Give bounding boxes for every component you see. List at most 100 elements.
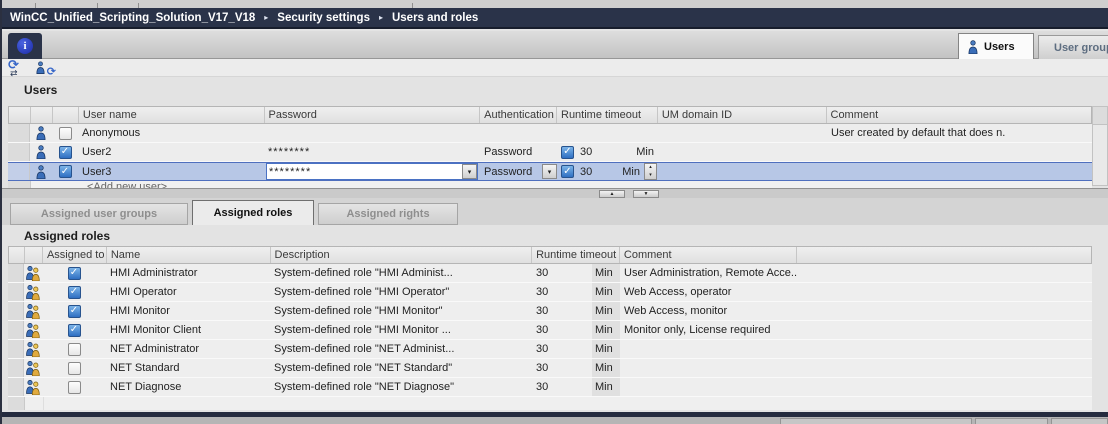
runtime-timeout-cell[interactable]: 30 Min — [532, 378, 620, 396]
password-field[interactable]: ******** ▾ — [266, 145, 478, 160]
header-row-selector[interactable] — [9, 247, 25, 263]
role-row[interactable]: NET Standard System-defined role "NET St… — [8, 359, 1092, 378]
breadcrumb-project[interactable]: WinCC_Unified_Scripting_Solution_V17_V18 — [10, 12, 255, 24]
role-row[interactable]: HMI Monitor Client System-defined role "… — [8, 321, 1092, 340]
runtime-timeout-cell[interactable]: 30 Min — [532, 321, 620, 339]
role-description-cell[interactable]: System-defined role "NET Standard" — [270, 359, 532, 377]
assigned-checkbox[interactable] — [68, 343, 81, 356]
role-description-cell[interactable]: System-defined role "HMI Monitor" — [270, 302, 532, 320]
pane-splitter[interactable]: ▲ ▼ — [2, 188, 1108, 198]
role-name-cell[interactable]: NET Standard — [106, 359, 270, 377]
header-user-name[interactable]: User name — [79, 107, 265, 123]
comment-cell[interactable] — [827, 143, 1092, 161]
runtime-timeout-cell[interactable]: 30 Min — [532, 340, 620, 358]
refresh-user-button[interactable]: ⟳ — [36, 60, 54, 76]
header-comment[interactable]: Comment — [620, 247, 797, 263]
assigned-checkbox[interactable] — [68, 381, 81, 394]
row-header[interactable] — [8, 378, 24, 396]
header-name[interactable]: Name — [107, 247, 271, 263]
runtime-timeout-cell[interactable]: 30 Min — [532, 283, 620, 301]
authentication-cell[interactable]: Password ▾ — [480, 163, 557, 180]
row-header[interactable] — [8, 283, 24, 301]
timeout-spinner[interactable]: ▴▾ — [644, 163, 657, 180]
role-name-cell[interactable]: HMI Monitor Client — [106, 321, 270, 339]
role-name-cell[interactable]: HMI Monitor — [106, 302, 270, 320]
tab-assigned-roles[interactable]: Assigned roles — [192, 200, 314, 225]
authentication-cell[interactable]: ▾ — [480, 124, 557, 142]
role-name-cell[interactable]: HMI Administrator — [106, 264, 270, 282]
role-comment-cell[interactable]: Web Access, monitor — [620, 302, 797, 320]
header-row-selector[interactable] — [9, 107, 31, 123]
timeout-checkbox[interactable] — [561, 146, 574, 159]
user-name-cell[interactable]: User3 — [78, 163, 264, 180]
role-description-cell[interactable]: System-defined role "NET Administ... — [270, 340, 532, 358]
comment-cell[interactable] — [827, 163, 1092, 180]
role-row[interactable]: HMI Operator System-defined role "HMI Op… — [8, 283, 1092, 302]
runtime-timeout-cell[interactable]: 30 Min — [532, 264, 620, 282]
row-header[interactable] — [8, 359, 24, 377]
password-dropdown-button[interactable]: ▾ — [462, 164, 477, 179]
header-description[interactable]: Description — [271, 247, 533, 263]
user-row[interactable]: User3 ******** ▾ Password ▾ — [8, 162, 1092, 181]
user-enabled-checkbox[interactable] — [59, 127, 72, 140]
tab-user-groups[interactable]: User groups — [1038, 35, 1108, 59]
role-row[interactable]: NET Diagnose System-defined role "NET Di… — [8, 378, 1092, 397]
row-header[interactable] — [8, 302, 24, 320]
authentication-cell[interactable]: Password ▾ — [480, 143, 557, 161]
password-field[interactable]: ******** ▾ — [266, 163, 478, 180]
row-header[interactable] — [8, 163, 30, 180]
role-comment-cell[interactable] — [620, 359, 797, 377]
splitter-up-button[interactable]: ▲ — [599, 190, 625, 198]
user-enabled-checkbox[interactable] — [59, 165, 72, 178]
row-header[interactable] — [8, 124, 30, 142]
header-password[interactable]: Password — [265, 107, 481, 123]
role-row[interactable]: HMI Monitor System-defined role "HMI Mon… — [8, 302, 1092, 321]
header-runtime-timeout[interactable]: Runtime timeout — [557, 107, 658, 123]
um-domain-cell[interactable] — [658, 143, 827, 161]
assigned-checkbox[interactable] — [68, 267, 81, 280]
timeout-checkbox[interactable] — [561, 165, 574, 178]
tab-users[interactable]: Users — [958, 33, 1034, 59]
header-assigned-to[interactable]: Assigned to — [43, 247, 107, 263]
user-name-cell[interactable]: User2 — [78, 143, 264, 161]
role-name-cell[interactable]: NET Diagnose — [106, 378, 270, 396]
runtime-timeout-cell[interactable]: 30 Min ▴▾ — [557, 163, 658, 180]
row-header[interactable] — [8, 340, 24, 358]
users-table-scrollbar[interactable] — [1092, 106, 1108, 186]
role-description-cell[interactable]: System-defined role "HMI Administ... — [270, 264, 532, 282]
runtime-timeout-cell[interactable]: 30 Min — [532, 302, 620, 320]
header-um-domain-id[interactable]: UM domain ID — [658, 107, 827, 123]
assigned-checkbox[interactable] — [68, 362, 81, 375]
header-icon-col[interactable] — [31, 107, 53, 123]
add-new-user-row[interactable]: <Add new user> — [8, 181, 1092, 188]
header-authentication[interactable]: Authentication .. — [480, 107, 557, 123]
assigned-checkbox[interactable] — [68, 286, 81, 299]
role-description-cell[interactable]: System-defined role "HMI Operator" — [270, 283, 532, 301]
header-runtime-timeout[interactable]: Runtime timeout — [532, 247, 620, 263]
password-field[interactable]: ▾ — [266, 126, 478, 141]
assigned-checkbox[interactable] — [68, 305, 81, 318]
info-tab[interactable]: i — [8, 33, 42, 59]
runtime-timeout-cell[interactable]: ▴▾ — [557, 124, 658, 142]
um-domain-cell[interactable] — [658, 163, 827, 180]
role-description-cell[interactable]: System-defined role "NET Diagnose" — [270, 378, 532, 396]
role-comment-cell[interactable]: User Administration, Remote Acce... — [620, 264, 797, 282]
tab-assigned-user-groups[interactable]: Assigned user groups — [10, 203, 188, 225]
um-domain-cell[interactable] — [658, 124, 827, 142]
runtime-timeout-cell[interactable]: 30 Min — [532, 359, 620, 377]
role-name-cell[interactable]: NET Administrator — [106, 340, 270, 358]
row-header[interactable] — [8, 264, 24, 282]
role-comment-cell[interactable]: Web Access, operator — [620, 283, 797, 301]
runtime-timeout-cell[interactable]: 30 Min ▴▾ — [557, 143, 658, 161]
password-cell[interactable]: ******** ▾ — [264, 143, 480, 161]
user-enabled-checkbox[interactable] — [59, 146, 72, 159]
role-name-cell[interactable]: HMI Operator — [106, 283, 270, 301]
password-cell[interactable]: ▾ — [264, 124, 480, 142]
breadcrumb-security-settings[interactable]: Security settings — [277, 12, 370, 24]
role-comment-cell[interactable]: Monitor only, License required — [620, 321, 797, 339]
user-row[interactable]: Anonymous ▾ ▾ — [8, 124, 1092, 143]
row-header[interactable] — [8, 143, 30, 161]
role-row[interactable]: HMI Administrator System-defined role "H… — [8, 264, 1092, 283]
header-enabled-col[interactable] — [53, 107, 79, 123]
splitter-down-button[interactable]: ▼ — [633, 190, 659, 198]
